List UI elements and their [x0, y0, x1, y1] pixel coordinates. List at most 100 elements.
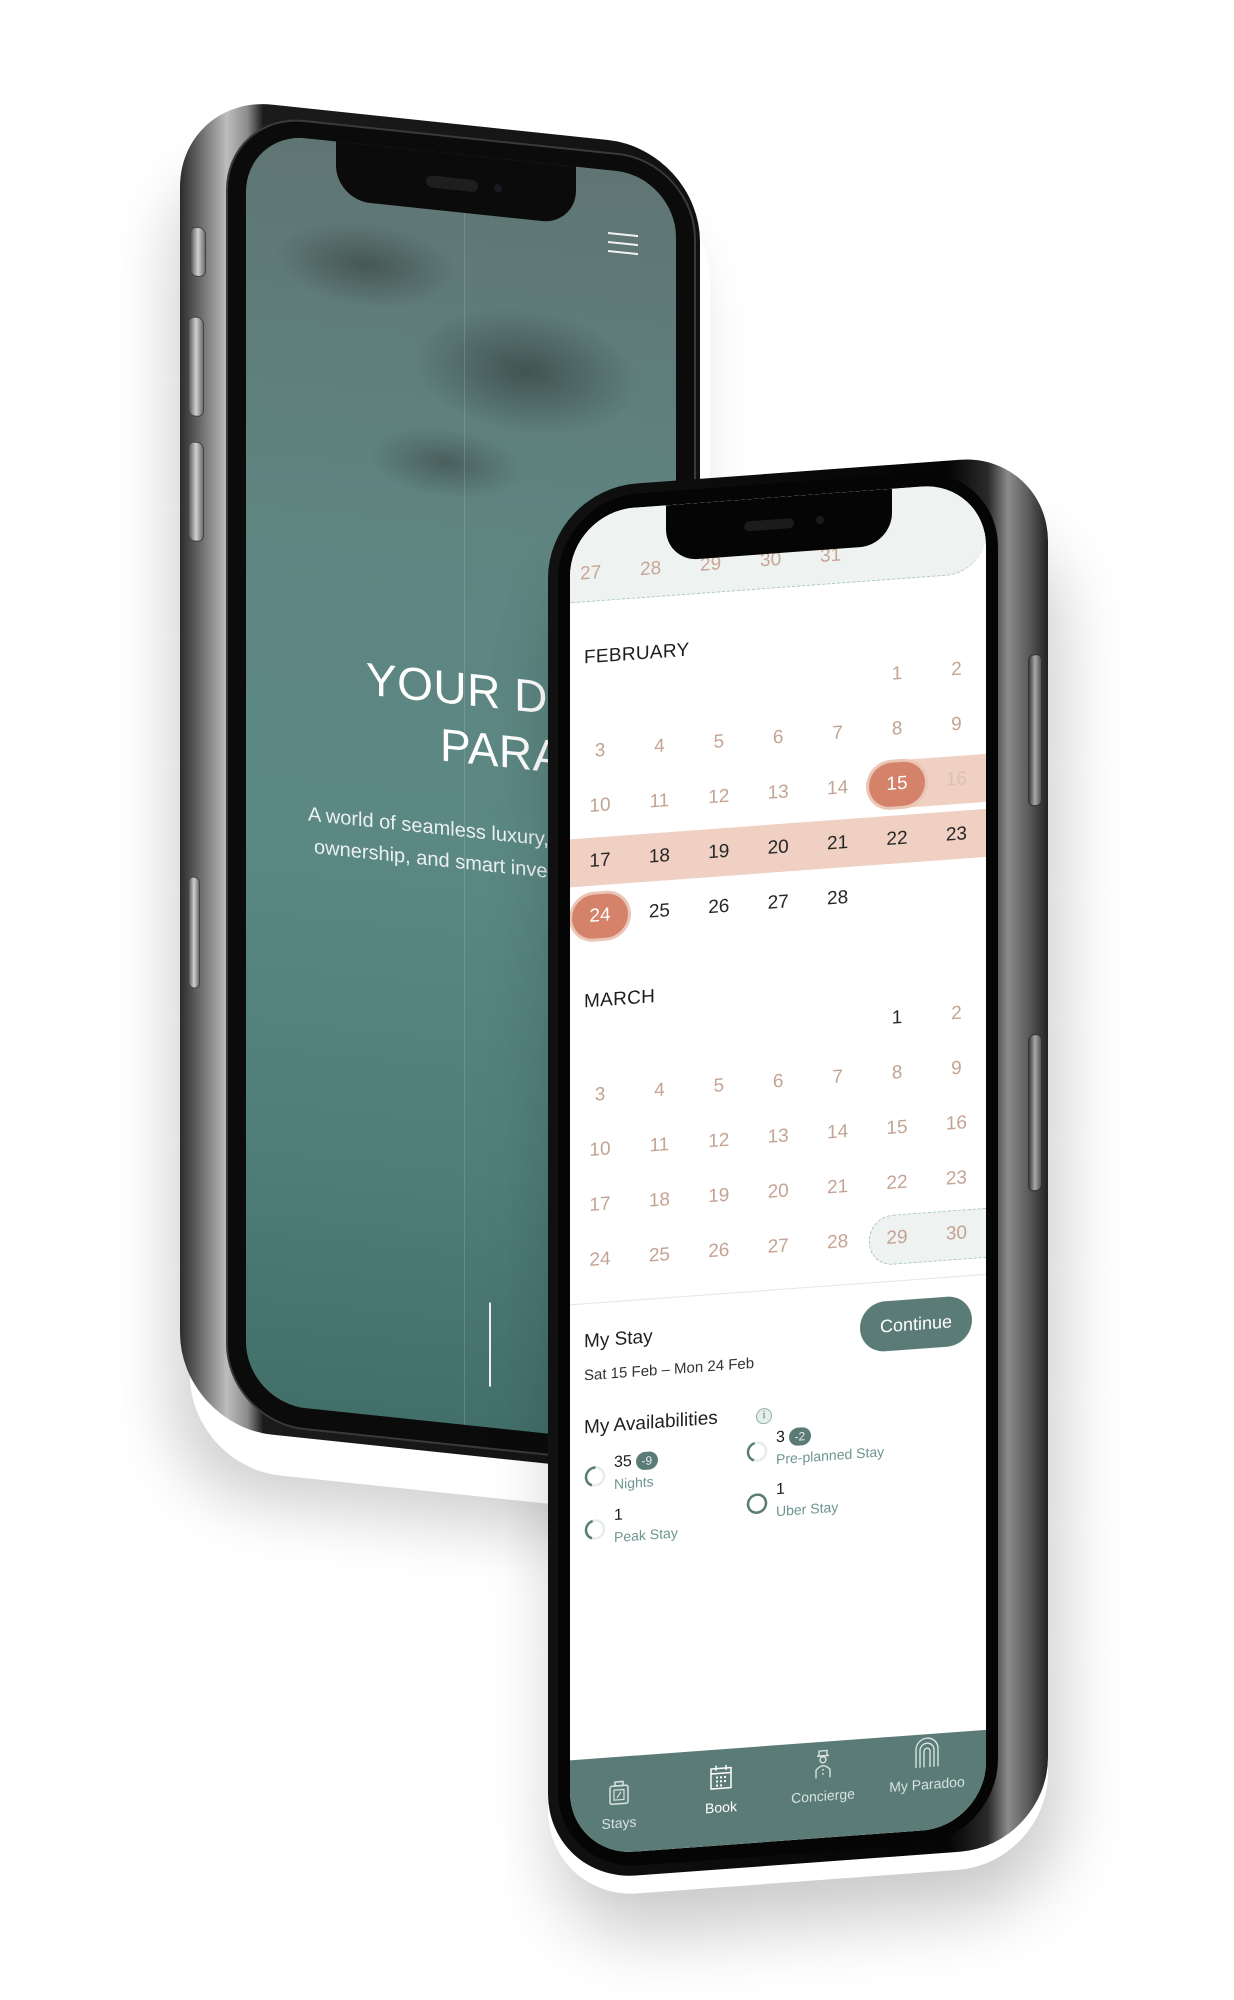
- availability-label: Uber Stay: [776, 1498, 839, 1520]
- speaker-icon: [426, 174, 478, 193]
- info-icon[interactable]: i: [756, 1407, 772, 1425]
- month-february: FEBRUARY 1 2 3 4 5 6 7 8 9 10 11 12 13 14 15 16 17 18 19 20…: [570, 600, 986, 941]
- calendar-day[interactable]: 3: [572, 727, 628, 775]
- calendar-day[interactable]: 22: [869, 1159, 925, 1207]
- calendar-day[interactable]: 12: [691, 1117, 747, 1165]
- progress-ring-icon: [746, 1493, 768, 1514]
- camera-icon: [816, 515, 824, 525]
- nav-label: Concierge: [791, 1785, 855, 1807]
- calendar-day[interactable]: 17: [572, 837, 628, 885]
- month-title: FEBRUARY: [584, 639, 690, 669]
- calendar-day[interactable]: 2: [928, 646, 984, 694]
- calendar-day[interactable]: 5: [691, 1062, 747, 1110]
- calendar-day[interactable]: 9: [928, 1045, 984, 1093]
- calendar-day[interactable]: 1: [869, 650, 925, 698]
- calendar-day[interactable]: 8: [869, 705, 925, 753]
- nav-item-concierge[interactable]: Concierge: [778, 1747, 868, 1824]
- calendar-icon: [710, 1764, 732, 1790]
- calendar-day[interactable]: 26: [691, 883, 747, 931]
- calendar-day[interactable]: 21: [810, 1164, 866, 1212]
- calendar-day[interactable]: 20: [750, 1168, 806, 1216]
- progress-ring-fill: [746, 1493, 768, 1514]
- calendar-day[interactable]: 1: [869, 994, 925, 1042]
- hamburger-menu-icon[interactable]: [608, 231, 638, 259]
- calendar-day[interactable]: 11: [631, 778, 687, 826]
- availability-label: Peak Stay: [614, 1524, 678, 1546]
- delta-badge: -2: [788, 1426, 811, 1447]
- calendar-day[interactable]: 25: [631, 888, 687, 936]
- calendar-day[interactable]: 28: [810, 1219, 866, 1267]
- availabilities-title: My Availabilities: [584, 1407, 718, 1439]
- calendar-day[interactable]: 23: [928, 1155, 984, 1203]
- power-button: [1028, 653, 1042, 807]
- calendar-day[interactable]: 3: [572, 1071, 628, 1119]
- calendar-day[interactable]: 17: [572, 1181, 628, 1229]
- calendar-day[interactable]: 13: [750, 1113, 806, 1161]
- calendar-day[interactable]: 30: [928, 1210, 984, 1258]
- calendar-day[interactable]: 11: [631, 1122, 687, 1170]
- calendar-day[interactable]: 6: [750, 714, 806, 762]
- calendar-day[interactable]: 22: [869, 815, 925, 863]
- continue-button[interactable]: Continue: [860, 1294, 972, 1354]
- calendar-day[interactable]: 15: [869, 1104, 925, 1152]
- calendar-day[interactable]: 5: [691, 718, 747, 766]
- calendar-day[interactable]: 24: [572, 1236, 628, 1284]
- calendar-day[interactable]: 4: [631, 723, 687, 771]
- nav-label: My Paradoo: [889, 1773, 965, 1795]
- progress-ring-icon: [746, 1441, 768, 1462]
- calendar-day[interactable]: 9: [928, 701, 984, 749]
- calendar-day[interactable]: 25: [631, 1232, 687, 1280]
- calendar-day[interactable]: 24: [572, 892, 628, 941]
- calendar-day[interactable]: 19: [691, 828, 747, 876]
- calendar-day[interactable]: 21: [810, 820, 866, 868]
- calendar-day[interactable]: 28: [810, 875, 866, 923]
- my-stay-dates: Sat 15 Feb – Mon 24 Feb: [584, 1354, 755, 1385]
- availability-label: Pre-planned Stay: [776, 1443, 885, 1468]
- glass-reflection: [464, 154, 465, 1425]
- availability-value: 35 -9: [614, 1450, 658, 1472]
- magsafe-antenna: [1028, 1033, 1042, 1192]
- calendar-day[interactable]: 26: [691, 1227, 747, 1275]
- calendar-day[interactable]: 10: [572, 782, 628, 830]
- calendar-day[interactable]: 14: [810, 1109, 866, 1157]
- camera-icon: [494, 184, 502, 193]
- nav-item-my-paradoo[interactable]: My Paradoo: [882, 1733, 972, 1810]
- scroll-indicator[interactable]: [489, 1302, 491, 1387]
- arch-icon: [915, 1737, 939, 1769]
- availability-value: 3 -2: [776, 1426, 811, 1448]
- calendar-day[interactable]: 19: [691, 1172, 747, 1220]
- calendar-day[interactable]: 12: [691, 773, 747, 821]
- volume-down-button: [188, 440, 204, 543]
- calendar-day[interactable]: 28: [640, 558, 661, 582]
- progress-ring-icon: [584, 1519, 606, 1540]
- calendar-day[interactable]: 23: [928, 811, 984, 859]
- speaker-icon: [744, 517, 794, 532]
- silent-switch: [190, 226, 206, 278]
- calendar-day[interactable]: 18: [631, 1177, 687, 1225]
- delta-badge: -9: [635, 1450, 658, 1471]
- calendar-day[interactable]: 14: [810, 765, 866, 813]
- sim-tray: [188, 875, 200, 990]
- availability-value: 1: [776, 1480, 785, 1499]
- calendar-day[interactable]: 16: [928, 1100, 984, 1148]
- calendar-day[interactable]: 16: [928, 756, 984, 804]
- calendar-day[interactable]: 6: [750, 1058, 806, 1106]
- calendar-day[interactable]: 8: [869, 1049, 925, 1097]
- calendar-day[interactable]: 4: [631, 1067, 687, 1115]
- nav-label: Book: [705, 1798, 737, 1817]
- calendar-day[interactable]: 7: [810, 710, 866, 758]
- calendar-day[interactable]: 27: [750, 1223, 806, 1271]
- calendar-day[interactable]: 27: [580, 562, 601, 586]
- concierge-icon: [815, 1749, 831, 1779]
- nav-item-book[interactable]: Book: [676, 1760, 766, 1837]
- calendar-day[interactable]: 27: [750, 879, 806, 927]
- calendar-day[interactable]: 2: [928, 990, 984, 1038]
- nav-item-stays[interactable]: Stays: [574, 1775, 664, 1852]
- calendar-day[interactable]: 29: [869, 1214, 925, 1262]
- calendar-day[interactable]: 13: [750, 769, 806, 817]
- calendar-day[interactable]: 18: [631, 833, 687, 881]
- calendar-day[interactable]: 10: [572, 1126, 628, 1174]
- calendar-day[interactable]: 7: [810, 1054, 866, 1102]
- availability-value: 1: [614, 1506, 623, 1525]
- calendar-day[interactable]: 20: [750, 824, 806, 872]
